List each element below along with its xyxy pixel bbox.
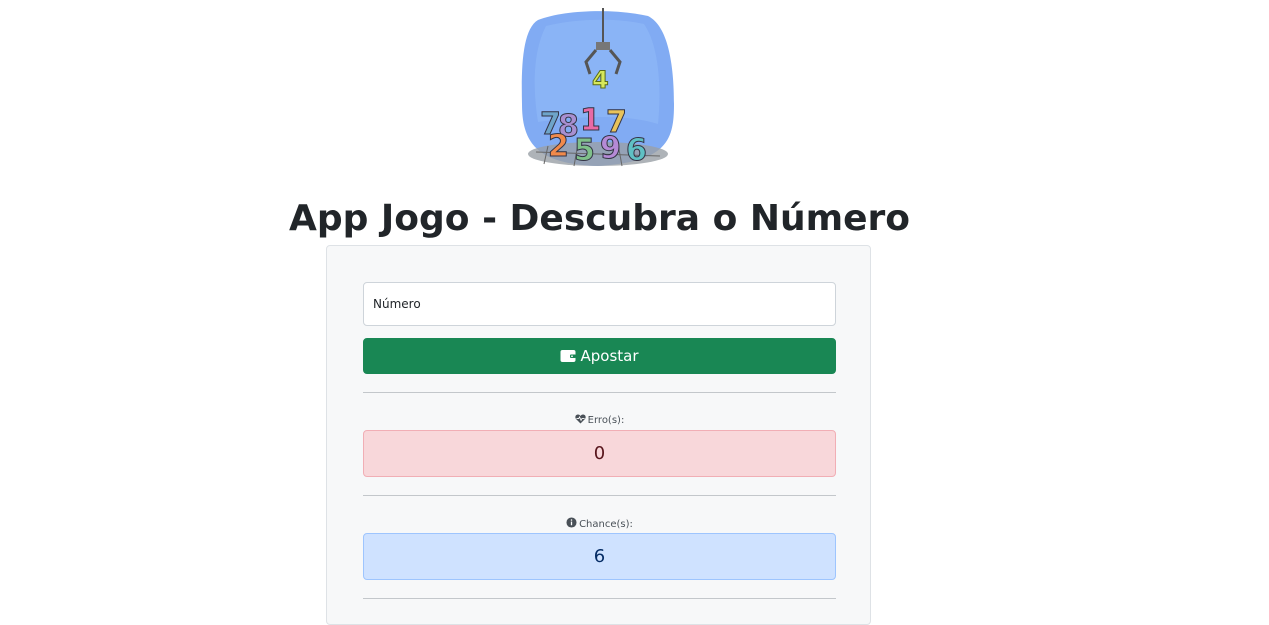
errors-value: 0 [593,443,606,464]
chances-label: Chance(s): [363,517,836,531]
svg-text:2: 2 [548,129,569,164]
svg-text:4: 4 [592,66,609,94]
number-input[interactable] [363,282,836,326]
bet-button[interactable]: Apostar [363,338,836,374]
wallet-icon [560,349,577,363]
errors-value-box: 0 [363,430,836,477]
claw-machine-logo: 4 7 8 1 7 2 5 9 6 [518,4,680,174]
page-title: App Jogo - Descubra o Número [288,198,911,239]
chances-value-box: 6 [363,533,836,580]
chances-value: 6 [593,546,606,567]
errors-label: Erro(s): [363,414,836,427]
divider [363,392,836,393]
game-card: Apostar Erro(s): 0 Chance(s): 6 [326,245,871,625]
bet-button-label: Apostar [580,347,639,365]
svg-text:5: 5 [574,133,595,168]
heart-pulse-icon [575,414,586,427]
errors-label-text: Erro(s): [587,415,625,426]
svg-text:6: 6 [626,133,647,168]
info-circle-icon [566,517,577,531]
divider [363,495,836,496]
chances-label-text: Chance(s): [579,518,633,530]
divider [363,598,836,599]
svg-text:9: 9 [600,131,621,166]
